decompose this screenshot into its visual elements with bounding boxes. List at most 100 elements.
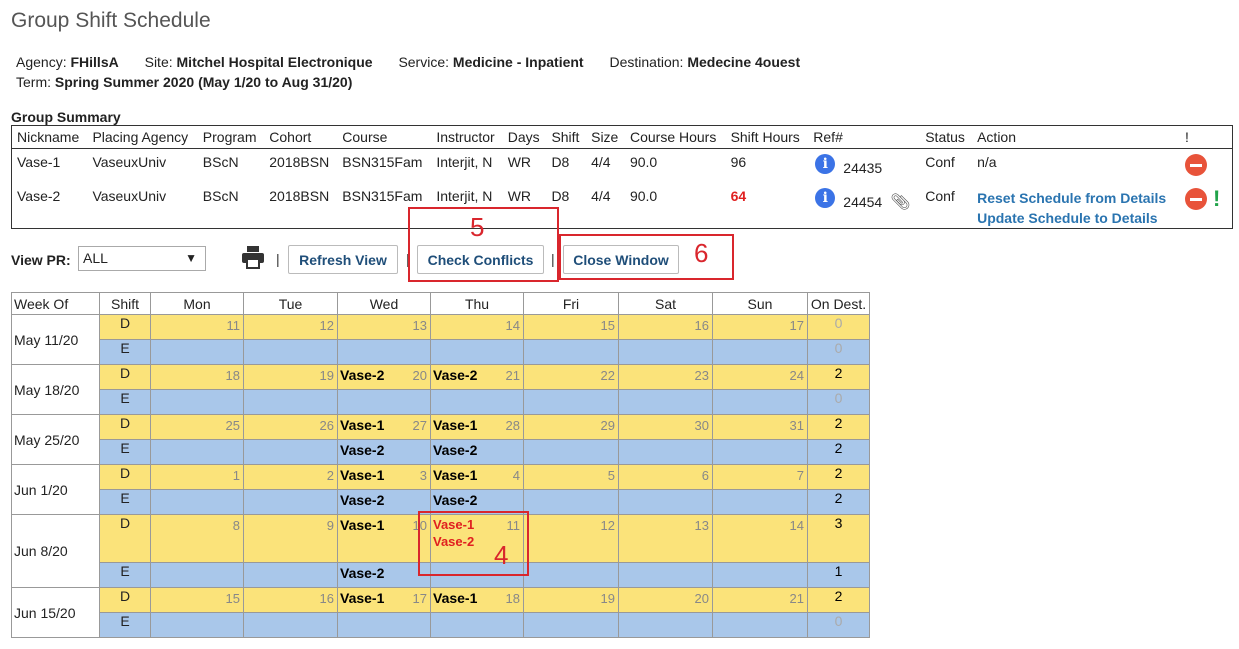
evening-cell[interactable] bbox=[430, 389, 524, 415]
evening-cell[interactable] bbox=[243, 439, 338, 465]
evening-cell[interactable] bbox=[523, 612, 619, 638]
evening-cell[interactable] bbox=[150, 389, 244, 415]
day-cell[interactable]: 12 bbox=[243, 314, 338, 340]
day-cell[interactable]: 19 bbox=[523, 587, 619, 613]
day-cell[interactable]: 20 bbox=[618, 587, 713, 613]
evening-cell[interactable] bbox=[243, 612, 338, 638]
day-cell[interactable]: 17 Vase-1 bbox=[337, 587, 431, 613]
day-cell[interactable]: 9 bbox=[243, 514, 338, 563]
day-number: 14 bbox=[789, 518, 804, 533]
day-cell[interactable]: 8 bbox=[150, 514, 244, 563]
update-schedule-link[interactable]: Update Schedule to Details bbox=[977, 208, 1175, 228]
conflict-group bbox=[153, 467, 241, 469]
evening-cell[interactable] bbox=[150, 562, 244, 588]
day-cell[interactable]: 23 bbox=[618, 364, 713, 390]
evening-cell[interactable] bbox=[523, 389, 619, 415]
view-pr-select[interactable]: ALL ▼ bbox=[78, 246, 206, 271]
day-cell[interactable]: 18 Vase-1 bbox=[430, 587, 524, 613]
day-cell[interactable]: 17 bbox=[712, 314, 808, 340]
evening-cell[interactable] bbox=[712, 389, 808, 415]
evening-cell[interactable] bbox=[150, 439, 244, 465]
evening-cell[interactable] bbox=[712, 439, 808, 465]
evening-cell[interactable] bbox=[243, 489, 338, 515]
evening-cell[interactable] bbox=[243, 389, 338, 415]
day-cell[interactable]: 1 bbox=[150, 464, 244, 490]
evening-cell[interactable] bbox=[618, 612, 713, 638]
reset-schedule-link[interactable]: Reset Schedule from Details bbox=[977, 188, 1175, 208]
evening-cell[interactable] bbox=[618, 562, 713, 588]
evening-cell[interactable] bbox=[618, 439, 713, 465]
evening-cell[interactable] bbox=[712, 489, 808, 515]
day-cell[interactable]: 31 bbox=[712, 414, 808, 440]
day-cell[interactable]: 29 bbox=[523, 414, 619, 440]
evening-cell[interactable] bbox=[430, 612, 524, 638]
evening-cell[interactable] bbox=[712, 612, 808, 638]
day-cell[interactable]: 18 bbox=[150, 364, 244, 390]
day-cell[interactable]: 11 bbox=[150, 314, 244, 340]
day-cell[interactable]: 6 bbox=[618, 464, 713, 490]
day-cell[interactable]: 15 bbox=[150, 587, 244, 613]
evening-cell[interactable] bbox=[337, 612, 431, 638]
week-row-evening: E Vase-2 Vase-2 2 bbox=[12, 439, 870, 465]
paperclip-icon[interactable]: 📎︎ bbox=[890, 194, 910, 211]
day-cell[interactable]: 3 Vase-1 bbox=[337, 464, 431, 490]
day-cell[interactable]: 22 bbox=[523, 364, 619, 390]
day-cell[interactable]: 16 bbox=[618, 314, 713, 340]
evening-cell[interactable] bbox=[337, 339, 431, 365]
day-cell[interactable]: 5 bbox=[523, 464, 619, 490]
day-cell[interactable]: 19 bbox=[243, 364, 338, 390]
nickname: Vase-2 bbox=[17, 188, 61, 204]
info-icon[interactable]: i bbox=[815, 154, 836, 174]
day-cell[interactable]: 30 bbox=[618, 414, 713, 440]
info-icon[interactable]: i bbox=[815, 188, 836, 208]
evening-cell[interactable] bbox=[243, 562, 338, 588]
evening-cell[interactable] bbox=[150, 489, 244, 515]
evening-cell[interactable]: Vase-2 bbox=[337, 562, 431, 588]
day-number: 23 bbox=[694, 368, 709, 383]
day-cell[interactable]: 13 bbox=[618, 514, 713, 563]
day-cell[interactable]: 13 bbox=[337, 314, 431, 340]
day-cell[interactable]: 7 bbox=[712, 464, 808, 490]
refresh-view-button[interactable]: Refresh View bbox=[288, 245, 398, 274]
evening-cell[interactable] bbox=[337, 389, 431, 415]
evening-cell[interactable]: Vase-2 bbox=[430, 439, 524, 465]
evening-cell[interactable]: Vase-2 bbox=[337, 489, 431, 515]
evening-cell[interactable] bbox=[523, 439, 619, 465]
ref-cell: i 24435 bbox=[808, 149, 920, 185]
evening-cell[interactable] bbox=[523, 562, 619, 588]
evening-cell[interactable] bbox=[523, 489, 619, 515]
group-summary-table: Nickname Placing Agency Program Cohort C… bbox=[11, 125, 1233, 229]
print-icon[interactable] bbox=[241, 245, 265, 269]
day-cell[interactable]: 20 Vase-2 bbox=[337, 364, 431, 390]
evening-cell[interactable] bbox=[712, 562, 808, 588]
day-cell[interactable]: 26 bbox=[243, 414, 338, 440]
evening-cell[interactable] bbox=[712, 339, 808, 365]
week-of: May 11/20 bbox=[11, 314, 100, 365]
evening-cell[interactable] bbox=[150, 339, 244, 365]
remove-icon[interactable] bbox=[1185, 188, 1207, 210]
evening-cell[interactable] bbox=[618, 489, 713, 515]
day-cell[interactable]: 14 bbox=[430, 314, 524, 340]
day-number: 20 bbox=[694, 591, 709, 606]
day-cell[interactable]: 12 bbox=[523, 514, 619, 563]
day-cell[interactable]: 14 bbox=[712, 514, 808, 563]
day-cell[interactable]: 15 bbox=[523, 314, 619, 340]
evening-cell[interactable] bbox=[430, 339, 524, 365]
evening-cell[interactable] bbox=[523, 339, 619, 365]
day-cell[interactable]: 2 bbox=[243, 464, 338, 490]
day-cell[interactable]: 25 bbox=[150, 414, 244, 440]
day-cell[interactable]: 24 bbox=[712, 364, 808, 390]
day-cell[interactable]: 4 Vase-1 bbox=[430, 464, 524, 490]
day-cell[interactable]: 21 bbox=[712, 587, 808, 613]
evening-cell[interactable] bbox=[243, 339, 338, 365]
evening-cell[interactable] bbox=[150, 612, 244, 638]
evening-cell[interactable]: Vase-2 bbox=[337, 439, 431, 465]
day-cell[interactable]: 21 Vase-2 bbox=[430, 364, 524, 390]
evening-cell[interactable] bbox=[618, 389, 713, 415]
day-cell[interactable]: 28 Vase-1 bbox=[430, 414, 524, 440]
day-cell[interactable]: 10 Vase-1 bbox=[337, 514, 431, 563]
evening-cell[interactable] bbox=[618, 339, 713, 365]
remove-icon[interactable] bbox=[1185, 154, 1207, 176]
day-cell[interactable]: 27 Vase-1 bbox=[337, 414, 431, 440]
day-cell[interactable]: 16 bbox=[243, 587, 338, 613]
